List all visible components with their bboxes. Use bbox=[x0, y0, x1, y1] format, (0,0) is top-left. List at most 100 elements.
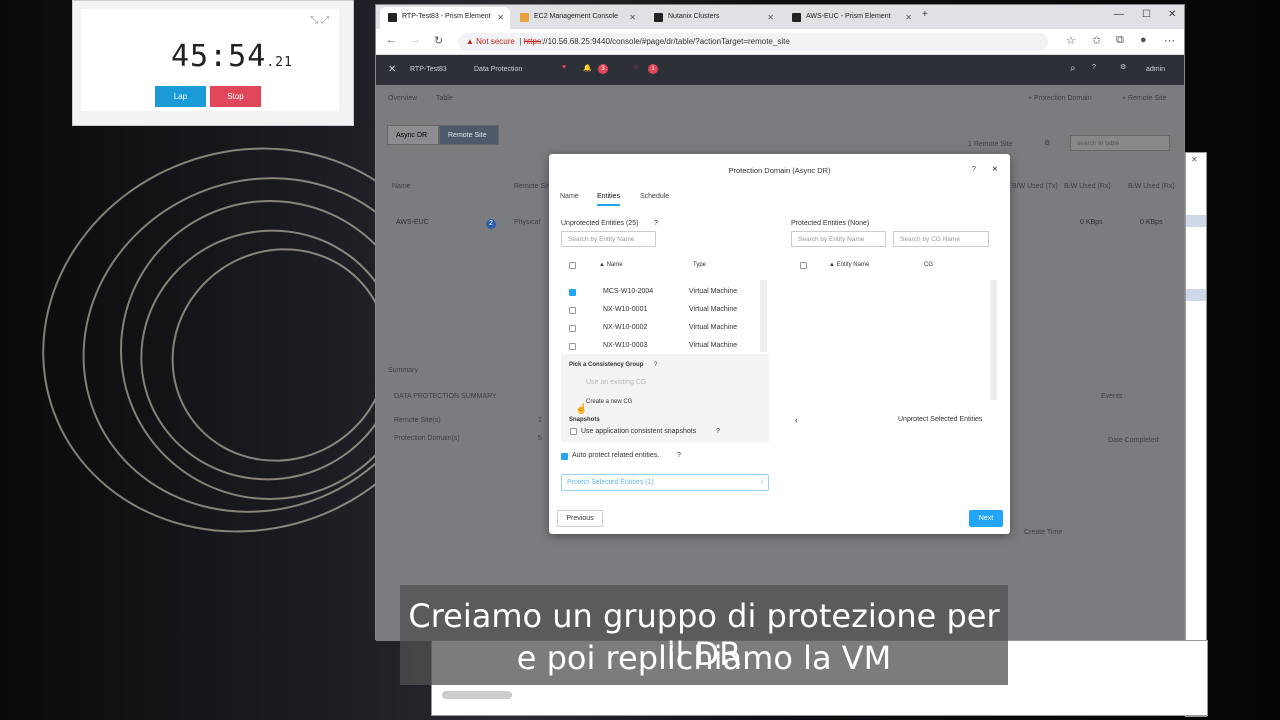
profile-icon[interactable]: ● bbox=[1140, 34, 1147, 46]
tab-aws-euc[interactable]: AWS-EUC - Prism Element ✕ bbox=[784, 7, 918, 29]
subtitle-caption: Creiamo un gruppo di protezione per il D… bbox=[400, 585, 1008, 685]
col-entity-name-header[interactable]: ▲ Entity Name bbox=[829, 262, 869, 268]
modal-help-icon[interactable]: ? bbox=[972, 166, 976, 173]
tab-label: AWS-EUC - Prism Element bbox=[806, 13, 891, 20]
share-icon[interactable]: ⤡ ⤢ bbox=[310, 15, 329, 26]
table-row[interactable]: NX-W10-0001 Virtual Machine bbox=[561, 302, 757, 320]
table-scrollbar[interactable] bbox=[760, 280, 767, 352]
col-bw-rx[interactable]: B/W Used (Rx) bbox=[1064, 183, 1111, 190]
tab-label: Nutanix Clusters bbox=[668, 13, 720, 20]
snapshots-help-icon[interactable]: ? bbox=[716, 428, 720, 435]
col-name[interactable]: Name bbox=[392, 183, 411, 190]
entity-search-input[interactable]: Search by Entity Name bbox=[561, 231, 656, 247]
maximize-icon[interactable]: ☐ bbox=[1142, 9, 1151, 20]
chevron-left-icon[interactable]: ‹ bbox=[795, 415, 798, 425]
row-checkbox[interactable] bbox=[569, 307, 576, 314]
close-window-icon[interactable]: ✕ bbox=[1168, 9, 1176, 20]
col-bw-used[interactable]: B/W Used (Rx) bbox=[1128, 183, 1175, 190]
summary-label: Summary bbox=[388, 367, 418, 374]
url-field[interactable]: ▲ Not secure | https://10.56.68.25:9440/… bbox=[458, 33, 1048, 51]
col-remote-site[interactable]: Remote Site bbox=[514, 183, 553, 190]
lap-button[interactable]: Lap bbox=[155, 86, 206, 107]
tab-nutanix-clusters[interactable]: Nutanix Clusters ✕ bbox=[646, 7, 780, 29]
forward-icon[interactable]: → bbox=[410, 34, 421, 46]
more-icon[interactable]: ⋯ bbox=[1164, 34, 1175, 47]
close-icon[interactable]: ✕ bbox=[1191, 155, 1198, 164]
row-type: Virtual Machine bbox=[689, 342, 738, 349]
tab-ec2[interactable]: EC2 Management Console ✕ bbox=[512, 7, 642, 29]
horizontal-scrollbar[interactable] bbox=[442, 691, 512, 699]
dps-title: DATA PROTECTION SUMMARY bbox=[394, 393, 497, 400]
row-site-badge: 2 bbox=[486, 219, 496, 229]
add-remote-site-link[interactable]: + Remote Site bbox=[1122, 95, 1167, 102]
bell-icon[interactable]: 🔔 bbox=[583, 64, 592, 72]
back-icon[interactable]: ← bbox=[386, 34, 397, 46]
modal-close-icon[interactable]: × bbox=[992, 164, 998, 175]
unprotect-selected-button[interactable]: Unprotect Selected Entities bbox=[898, 416, 982, 423]
protect-selected-button[interactable]: Protect Selected Entities (1) › bbox=[561, 474, 769, 491]
auto-protect-checkbox[interactable] bbox=[561, 453, 568, 460]
close-tab-icon[interactable]: ✕ bbox=[905, 13, 912, 22]
reload-icon[interactable]: ↻ bbox=[434, 34, 443, 47]
scroll-up-icon[interactable] bbox=[1186, 289, 1206, 301]
previous-button[interactable]: Previous bbox=[557, 510, 603, 527]
help-icon[interactable]: ? bbox=[1092, 64, 1096, 71]
unprotected-help-icon[interactable]: ? bbox=[654, 220, 658, 227]
tab-entities[interactable]: Entities bbox=[597, 193, 620, 206]
breadcrumb-overview[interactable]: Overview bbox=[388, 95, 417, 102]
cg-search-input[interactable]: Search by CG Name bbox=[893, 231, 989, 247]
use-existing-cg-radio[interactable]: Use an existing CG bbox=[586, 379, 646, 386]
row-checkbox[interactable] bbox=[569, 325, 576, 332]
col-cg-header[interactable]: CG bbox=[924, 262, 933, 268]
table-row[interactable]: MCS-W10-2004 Virtual Machine bbox=[561, 284, 757, 302]
protected-entity-search-input[interactable]: Search by Entity Name bbox=[791, 231, 886, 247]
favorite-star-icon[interactable]: ☆ bbox=[1066, 34, 1076, 47]
scroll-up-icon[interactable] bbox=[1186, 215, 1206, 227]
health-icon[interactable]: ♥ bbox=[562, 64, 566, 71]
close-tab-icon[interactable]: ✕ bbox=[497, 13, 504, 22]
nutanix-favicon-icon bbox=[388, 13, 397, 22]
stopwatch-window: ⤡ ⤢ 45:54.21 Lap Stop bbox=[72, 0, 354, 126]
pick-cg-help-icon[interactable]: ? bbox=[654, 362, 657, 368]
table-row[interactable]: NX-W10-0002 Virtual Machine bbox=[561, 320, 757, 338]
protected-select-all-checkbox[interactable] bbox=[800, 262, 807, 269]
add-protection-domain-link[interactable]: + Protection Domain bbox=[1028, 95, 1092, 102]
search-icon[interactable]: ⌕ bbox=[1070, 63, 1076, 74]
app-consistent-checkbox[interactable] bbox=[570, 428, 577, 435]
user-menu[interactable]: admin bbox=[1146, 66, 1165, 73]
new-tab-icon[interactable]: + bbox=[922, 9, 928, 20]
col-bw-tx[interactable]: B/W Used (Tx) bbox=[1012, 183, 1058, 190]
breadcrumb-table[interactable]: Table bbox=[436, 95, 453, 102]
protected-scrollbar[interactable] bbox=[990, 280, 997, 400]
minimize-icon[interactable]: — bbox=[1114, 9, 1124, 20]
collections-icon[interactable]: ⧉ bbox=[1116, 34, 1124, 47]
tab-schedule[interactable]: Schedule bbox=[640, 193, 669, 200]
select-all-checkbox[interactable] bbox=[569, 262, 576, 269]
close-tab-icon[interactable]: ✕ bbox=[767, 13, 774, 22]
tab-name[interactable]: Name bbox=[560, 193, 579, 200]
row-checkbox[interactable] bbox=[569, 289, 576, 296]
tab-rtp-test83[interactable]: RTP-Test83 - Prism Element ✕ bbox=[380, 7, 510, 29]
nutanix-favicon-icon bbox=[654, 13, 663, 22]
mouse-cursor-icon: ☝ bbox=[575, 404, 588, 415]
alert-badge: 3 bbox=[598, 64, 608, 74]
next-button[interactable]: Next bbox=[969, 510, 1003, 527]
seg-remote-site[interactable]: Remote Site bbox=[439, 125, 499, 145]
task-icon[interactable]: ○ bbox=[634, 64, 638, 71]
favorites-icon[interactable]: ✩ bbox=[1092, 34, 1101, 47]
gear-icon[interactable]: ⚙ bbox=[1120, 63, 1126, 71]
auto-protect-help-icon[interactable]: ? bbox=[677, 452, 681, 459]
row-site-name[interactable]: AWS-EUC bbox=[396, 219, 429, 226]
settings-icon[interactable]: ⚙ bbox=[1044, 139, 1050, 147]
data-protection-menu[interactable]: Data Protection bbox=[474, 66, 522, 73]
subtitle-line-2: e poi replichiamo la VM bbox=[516, 639, 892, 677]
table-search-input[interactable]: search in table bbox=[1070, 135, 1170, 151]
create-new-cg-radio[interactable]: Create a new CG bbox=[586, 399, 632, 405]
stop-button[interactable]: Stop bbox=[210, 86, 261, 107]
row-checkbox[interactable] bbox=[569, 343, 576, 350]
seg-async-dr[interactable]: Async DR bbox=[387, 125, 439, 145]
col-type-header[interactable]: Type bbox=[693, 262, 706, 268]
col-name-header[interactable]: ▲ Name bbox=[599, 262, 623, 268]
protection-domain-modal: Protection Domain (Async DR) ? × Name En… bbox=[549, 154, 1010, 534]
close-tab-icon[interactable]: ✕ bbox=[629, 13, 636, 22]
